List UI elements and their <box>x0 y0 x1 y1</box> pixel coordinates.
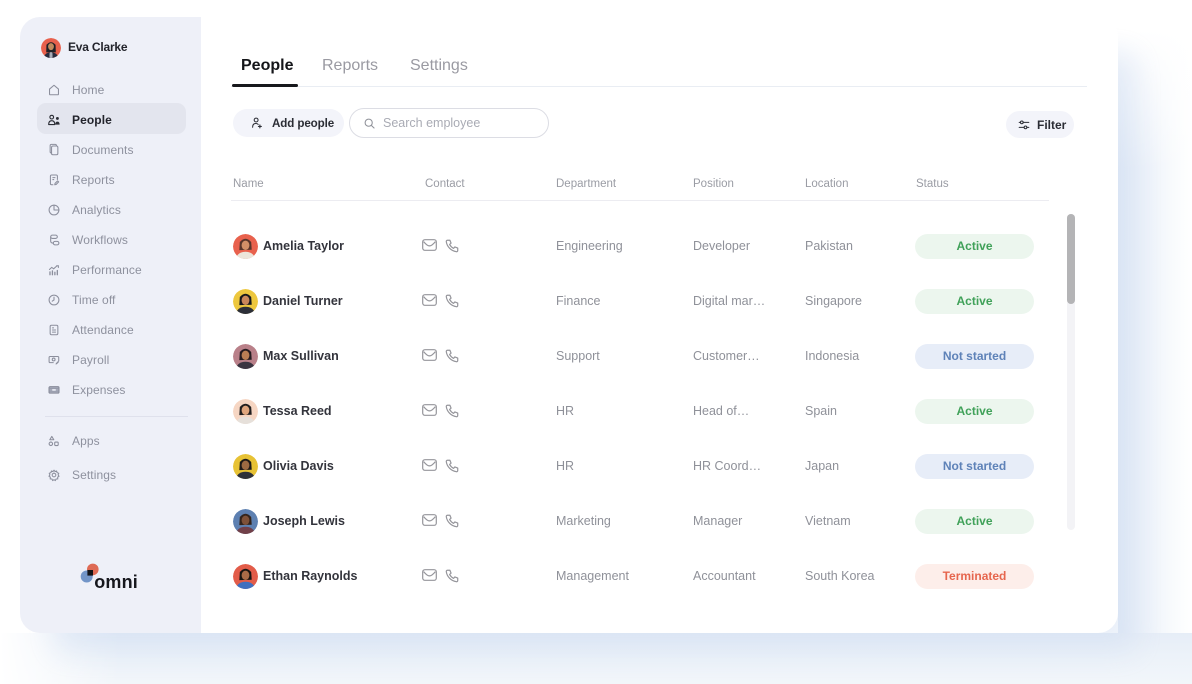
svg-text:omni: omni <box>94 572 138 592</box>
